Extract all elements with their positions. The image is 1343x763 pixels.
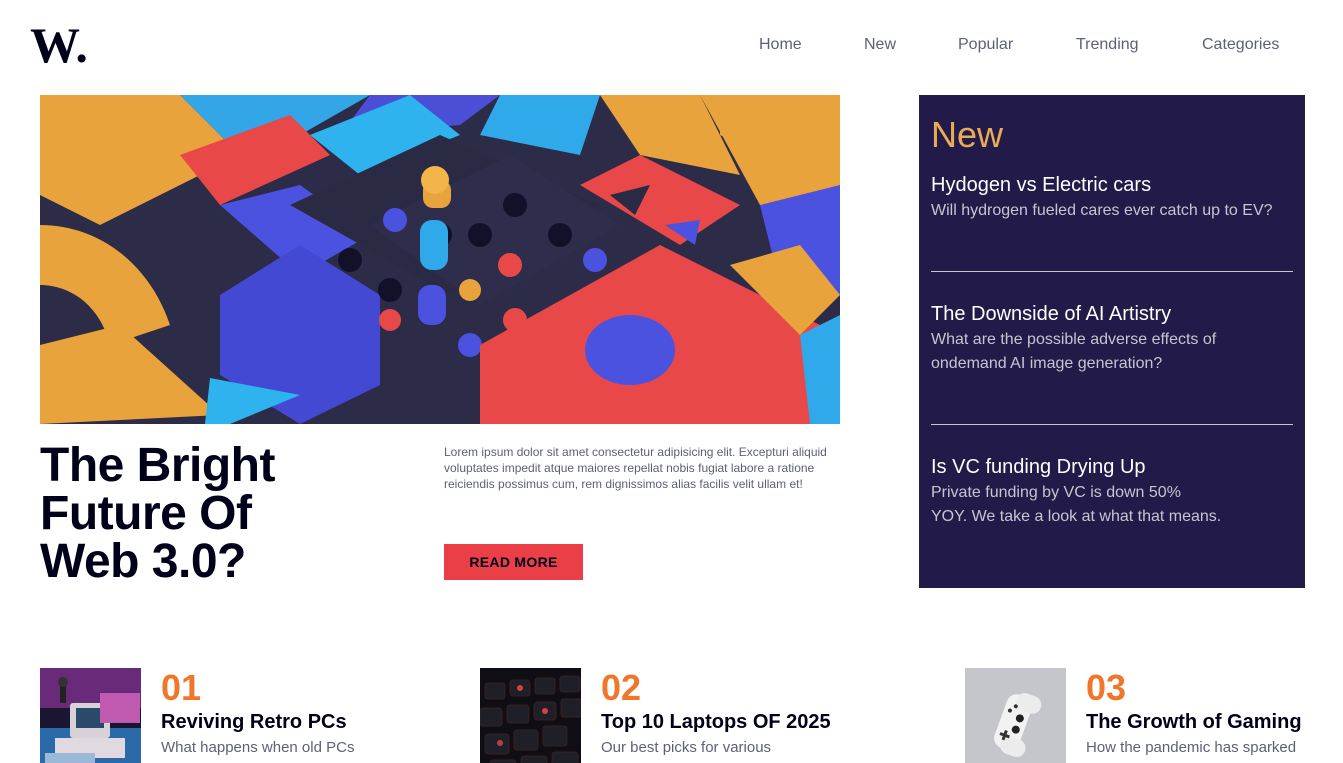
- article-desc: How the pandemic has sparked: [1086, 739, 1297, 756]
- new-item-desc-line: What are the possible adverse effects of: [931, 331, 1217, 348]
- gamepad-image[interactable]: [965, 668, 1066, 763]
- nav-new[interactable]: New: [864, 36, 896, 54]
- read-more-button[interactable]: READ MORE: [444, 544, 583, 580]
- new-item-title[interactable]: Is VC funding Drying Up: [931, 455, 1293, 479]
- divider: [931, 271, 1293, 272]
- article-desc: Our best picks for various: [601, 739, 772, 756]
- retro-pc-image[interactable]: [40, 668, 141, 763]
- divider: [931, 424, 1293, 425]
- laptop-keyboard-image[interactable]: [480, 668, 581, 763]
- site-logo[interactable]: W.: [30, 17, 96, 73]
- new-item[interactable]: The Downside of AI Artistry What are the…: [931, 302, 1293, 376]
- article-number: 03: [1086, 667, 1127, 708]
- article-title[interactable]: The Growth of Gaming: [1086, 708, 1326, 736]
- new-item-title[interactable]: Hydogen vs Electric cars: [931, 173, 1293, 197]
- nav-popular[interactable]: Popular: [958, 36, 1013, 54]
- article-title[interactable]: Top 10 Laptops OF 2025: [601, 708, 841, 736]
- article-title[interactable]: Reviving Retro PCs: [161, 708, 401, 736]
- new-item-desc: Will hydrogen fueled cares ever catch up…: [931, 202, 1273, 219]
- nav-home[interactable]: Home: [759, 36, 802, 54]
- new-item[interactable]: Hydogen vs Electric cars Will hydrogen f…: [931, 173, 1293, 223]
- new-item-desc-line: Private funding by VC is down 50%: [931, 484, 1181, 501]
- hero-image: [40, 95, 840, 424]
- new-panel: New Hydogen vs Electric cars Will hydrog…: [919, 95, 1305, 588]
- nav-trending[interactable]: Trending: [1076, 36, 1139, 54]
- article-number: 01: [161, 667, 202, 708]
- article-body: 01 Reviving Retro PCs What happens when …: [161, 668, 401, 758]
- article-desc: What happens when old PCs: [161, 739, 355, 756]
- article-body: 02 Top 10 Laptops OF 2025 Our best picks…: [601, 668, 841, 758]
- new-item-desc-line: ondemand AI image generation?: [931, 355, 1163, 372]
- hero-description: Lorem ipsum dolor sit amet consectetur a…: [444, 445, 827, 491]
- hero-title-line: Web 3.0?: [40, 535, 246, 588]
- new-item-title[interactable]: The Downside of AI Artistry: [931, 302, 1293, 326]
- new-item[interactable]: Is VC funding Drying Up Private funding …: [931, 455, 1293, 529]
- new-item-desc: Private funding by VC is down 50% YOY. W…: [931, 481, 1293, 529]
- nav-categories[interactable]: Categories: [1202, 36, 1279, 54]
- hero-title-line: The Bright: [40, 439, 275, 492]
- hero-title-line: Future Of: [40, 487, 252, 540]
- article-body: 03 The Growth of Gaming How the pandemic…: [1086, 668, 1326, 758]
- new-item-desc-line: YOY. We take a look at what that means.: [931, 508, 1222, 525]
- new-panel-heading: New: [931, 114, 1004, 155]
- logo-text: W.: [30, 22, 88, 66]
- article-number: 02: [601, 667, 642, 708]
- new-item-desc: What are the possible adverse effects of…: [931, 328, 1293, 376]
- hero-title: The Bright Future Of Web 3.0?: [40, 442, 400, 586]
